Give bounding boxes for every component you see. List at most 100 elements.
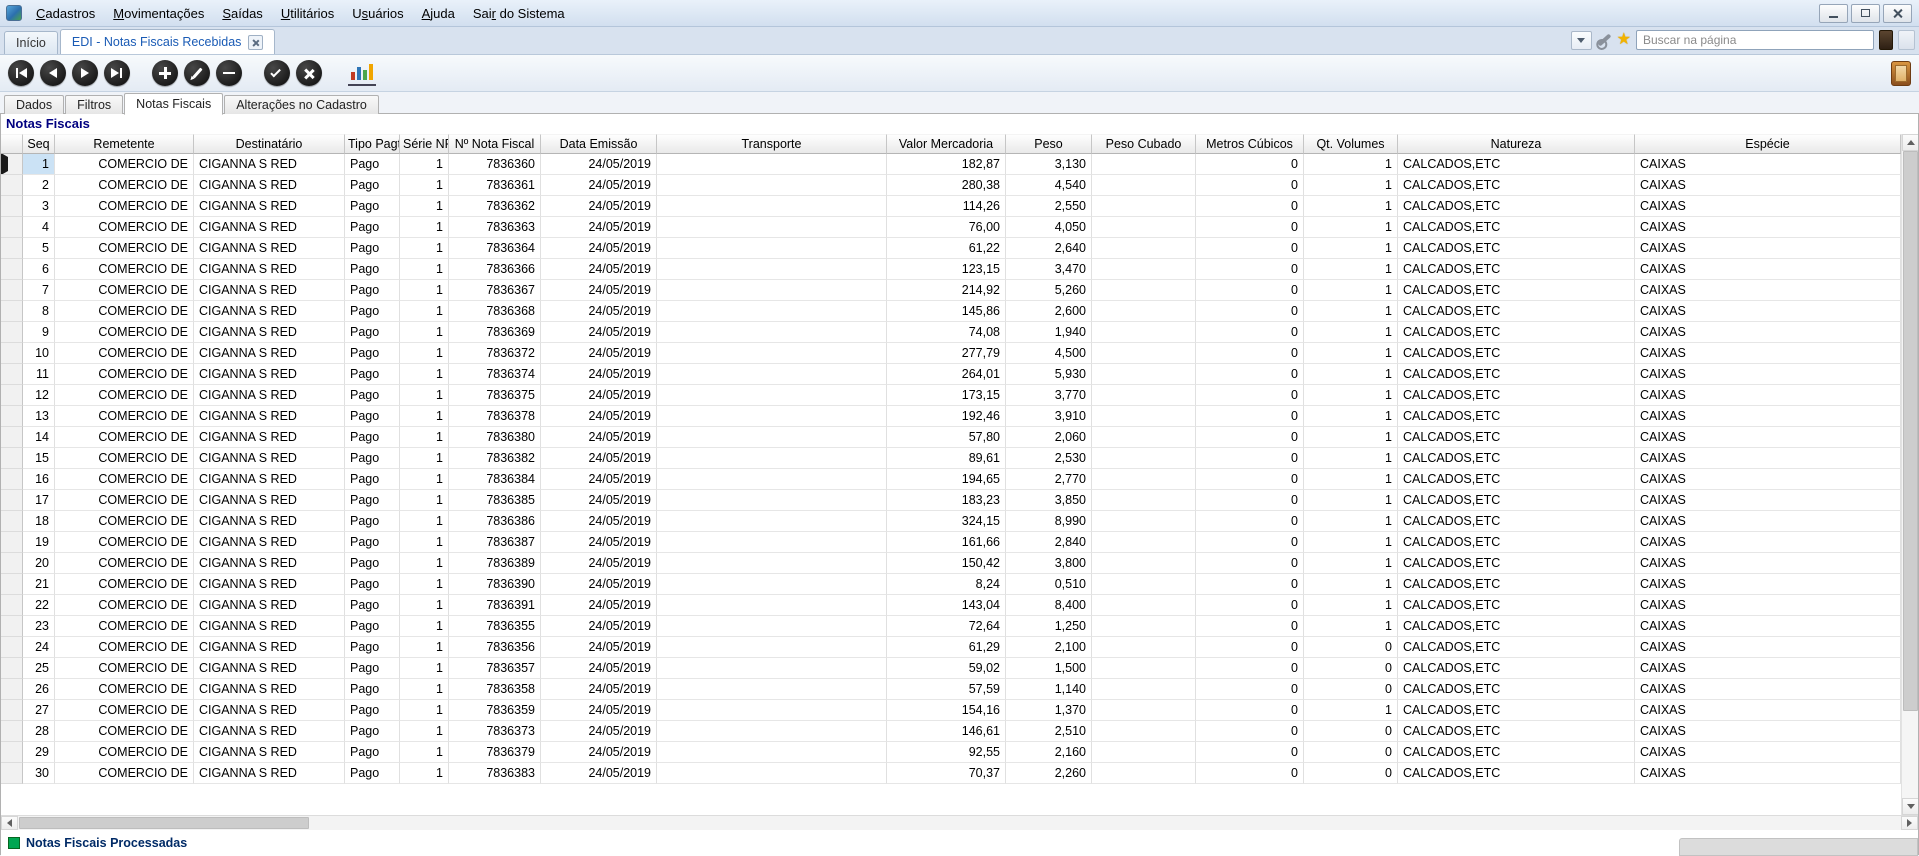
grid-cell[interactable] [1092,448,1196,469]
column-header-metros-cubicos[interactable]: Metros Cúbicos [1196,134,1304,154]
grid-cell[interactable]: 123,15 [887,259,1006,280]
grid-cell[interactable]: 1 [400,154,449,175]
grid-cell[interactable]: 8 [23,301,55,322]
grid-cell[interactable]: 0 [1196,658,1304,679]
grid-cell[interactable]: 1 [400,490,449,511]
grid-cell[interactable]: 1 [400,616,449,637]
grid-cell[interactable]: 7836362 [449,196,541,217]
grid-cell[interactable] [657,448,887,469]
grid-cell[interactable]: 0 [1196,217,1304,238]
grid-cell[interactable]: 24/05/2019 [541,259,657,280]
column-header-valor-mercadoria[interactable]: Valor Mercadoria [887,134,1006,154]
grid-cell[interactable]: 1 [1304,511,1398,532]
grid-cell[interactable]: 24/05/2019 [541,301,657,322]
grid-cell[interactable]: COMERCIO DE [55,763,194,784]
grid-cell[interactable]: Pago [345,490,400,511]
grid-cell[interactable]: 0,510 [1006,574,1092,595]
grid-cell[interactable]: 6 [23,259,55,280]
grid-cell[interactable] [1092,322,1196,343]
grid-cell[interactable]: 24/05/2019 [541,364,657,385]
grid-cell[interactable] [1092,196,1196,217]
grid-cell[interactable]: 1 [1304,322,1398,343]
grid-cell[interactable]: 7836382 [449,448,541,469]
grid-cell[interactable]: 9 [23,322,55,343]
grid-cell[interactable]: 0 [1196,637,1304,658]
grid-cell[interactable]: Pago [345,301,400,322]
grid-cell[interactable] [657,553,887,574]
grid-cell[interactable]: 22 [23,595,55,616]
grid-cell[interactable]: CIGANNA S RED [194,574,345,595]
row-indicator[interactable] [1,679,23,700]
grid-cell[interactable]: 7836359 [449,700,541,721]
grid-cell[interactable]: 2,510 [1006,721,1092,742]
grid-cell[interactable]: 11 [23,364,55,385]
grid-cell[interactable]: CIGANNA S RED [194,511,345,532]
grid-cell[interactable] [1092,469,1196,490]
grid-cell[interactable]: 7836390 [449,574,541,595]
grid-cell[interactable]: CIGANNA S RED [194,280,345,301]
grid-cell[interactable]: Pago [345,511,400,532]
grid-cell[interactable]: 7836367 [449,280,541,301]
column-header-serie-nf[interactable]: Série NF [400,134,449,154]
grid-cell[interactable] [657,511,887,532]
grid-cell[interactable]: CIGANNA S RED [194,763,345,784]
grid-cell[interactable]: 24/05/2019 [541,238,657,259]
close-button[interactable] [1883,4,1912,23]
scroll-left-button[interactable] [1,816,18,830]
grid-cell[interactable]: 173,15 [887,385,1006,406]
grid-cell[interactable]: CIGANNA S RED [194,175,345,196]
grid-cell[interactable]: 0 [1196,763,1304,784]
grid-cell[interactable]: COMERCIO DE [55,217,194,238]
grid-cell[interactable]: 15 [23,448,55,469]
grid-cell[interactable]: 1,250 [1006,616,1092,637]
grid-cell[interactable]: 7836384 [449,469,541,490]
column-header-destinatario[interactable]: Destinatário [194,134,345,154]
find-action-button[interactable] [1879,30,1893,50]
grid-cell[interactable]: Pago [345,280,400,301]
grid-cell[interactable] [657,301,887,322]
grid-cell[interactable]: 1 [400,742,449,763]
grid-cell[interactable]: 0 [1196,679,1304,700]
grid-cell[interactable] [657,217,887,238]
grid-cell[interactable]: CIGANNA S RED [194,427,345,448]
grid-cell[interactable]: CALCADOS,ETC [1398,742,1635,763]
grid-cell[interactable]: CALCADOS,ETC [1398,553,1635,574]
grid-cell[interactable] [1092,700,1196,721]
grid-cell[interactable]: 150,42 [887,553,1006,574]
grid-cell[interactable]: 264,01 [887,364,1006,385]
star-icon[interactable]: ★ [1617,32,1631,48]
grid-cell[interactable]: COMERCIO DE [55,658,194,679]
grid-cell[interactable]: 1 [400,175,449,196]
grid-cell[interactable]: COMERCIO DE [55,469,194,490]
grid-cell[interactable]: 24/05/2019 [541,532,657,553]
grid-cell[interactable]: 1 [1304,280,1398,301]
grid-cell[interactable]: 1 [1304,364,1398,385]
grid-cell[interactable]: 7836383 [449,763,541,784]
grid-cell[interactable] [1092,406,1196,427]
grid-cell[interactable]: 0 [1196,721,1304,742]
grid-cell[interactable] [657,196,887,217]
grid-cell[interactable]: 8,24 [887,574,1006,595]
grid-cell[interactable]: 1 [1304,553,1398,574]
grid-cell[interactable]: 154,16 [887,700,1006,721]
grid-cell[interactable]: 7836368 [449,301,541,322]
grid-cell[interactable]: 76,00 [887,217,1006,238]
grid-cell[interactable]: 24/05/2019 [541,154,657,175]
grid-cell[interactable]: CIGANNA S RED [194,469,345,490]
grid-cell[interactable] [1092,280,1196,301]
grid-cell[interactable] [1092,574,1196,595]
grid-cell[interactable]: 2,060 [1006,427,1092,448]
grid-cell[interactable] [657,700,887,721]
grid-cell[interactable]: CALCADOS,ETC [1398,658,1635,679]
row-indicator[interactable] [1,637,23,658]
grid-cell[interactable]: 24/05/2019 [541,574,657,595]
exit-door-icon[interactable] [1891,61,1911,86]
grid-cell[interactable]: CALCADOS,ETC [1398,490,1635,511]
grid-cell[interactable]: 4,500 [1006,343,1092,364]
grid-cell[interactable]: Pago [345,364,400,385]
grid-cell[interactable]: 3,470 [1006,259,1092,280]
grid-cell[interactable]: 0 [1196,280,1304,301]
confirm-record-button[interactable] [264,60,290,86]
grid-cell[interactable]: CALCADOS,ETC [1398,301,1635,322]
grid-cell[interactable]: 5,930 [1006,364,1092,385]
